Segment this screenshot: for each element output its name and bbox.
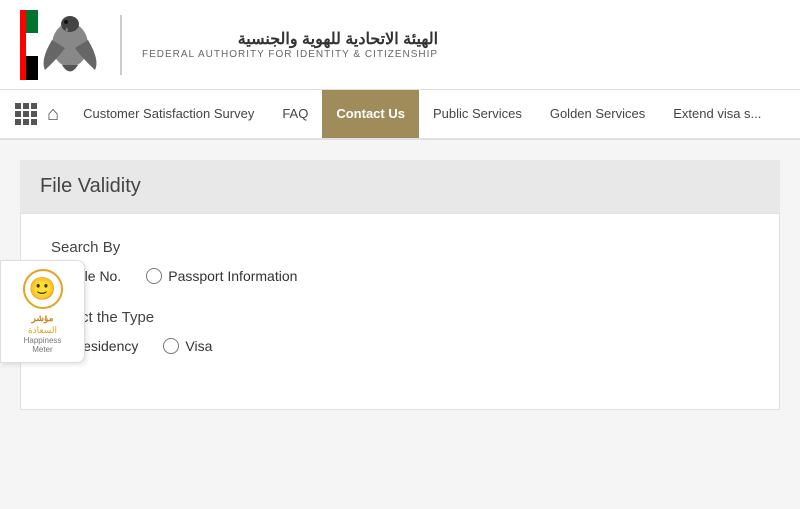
search-by-label: Search By — [51, 239, 749, 256]
file-validity-header: File Validity — [20, 160, 780, 213]
grid-menu-icon[interactable] — [15, 103, 37, 125]
nav-item-extend-visa[interactable]: Extend visa s... — [659, 90, 775, 138]
happiness-english-text: Happiness — [24, 336, 62, 345]
search-by-radio-group: File No. Passport Information — [51, 268, 749, 284]
type-visa-label[interactable]: Visa — [163, 338, 212, 354]
type-radio-group: Residency Visa — [51, 338, 749, 354]
nav-items: Customer Satisfaction Survey FAQ Contact… — [69, 90, 775, 138]
logo-text: الهيئة الاتحادية للهوية والجنسية FEDERAL… — [142, 29, 438, 60]
happiness-meter[interactable]: 🙂 مؤشر السعادة Happiness Meter — [0, 260, 85, 363]
nav-item-faq[interactable]: FAQ — [268, 90, 322, 138]
search-passport-label[interactable]: Passport Information — [146, 268, 297, 284]
form-card: Search By File No. Passport Information … — [20, 213, 780, 410]
nav-item-public-services[interactable]: Public Services — [419, 90, 536, 138]
logo-english-text: FEDERAL AUTHORITY FOR IDENTITY & CITIZEN… — [142, 49, 438, 60]
happiness-arabic-line1: مؤشر — [32, 313, 54, 325]
happiness-arabic-line2: السعادة — [28, 325, 57, 337]
type-visa-radio[interactable] — [163, 338, 179, 354]
logo-container: الهيئة الاتحادية للهوية والجنسية FEDERAL… — [20, 10, 438, 80]
navigation: ⌂ Customer Satisfaction Survey FAQ Conta… — [0, 90, 800, 140]
nav-item-contact-us[interactable]: Contact Us — [322, 90, 419, 138]
page-content: File Validity Search By File No. Passpor… — [0, 140, 800, 430]
select-type-section: Select the Type Residency Visa — [51, 309, 749, 354]
search-by-section: Search By File No. Passport Information — [51, 239, 749, 284]
search-passport-radio[interactable] — [146, 268, 162, 284]
select-type-label: Select the Type — [51, 309, 749, 326]
search-passport-text: Passport Information — [168, 268, 297, 284]
nav-item-golden-services[interactable]: Golden Services — [536, 90, 659, 138]
logo-image — [20, 10, 100, 80]
page-title: File Validity — [40, 175, 760, 198]
happiness-smiley-icon: 🙂 — [23, 269, 63, 309]
logo-divider — [120, 15, 122, 75]
nav-item-customer-satisfaction[interactable]: Customer Satisfaction Survey — [69, 90, 268, 138]
header: الهيئة الاتحادية للهوية والجنسية FEDERAL… — [0, 0, 800, 90]
logo-arabic-text: الهيئة الاتحادية للهوية والجنسية — [142, 29, 438, 49]
type-visa-text: Visa — [185, 338, 212, 354]
happiness-meter-label: Meter — [32, 345, 52, 354]
home-icon[interactable]: ⌂ — [47, 103, 59, 126]
